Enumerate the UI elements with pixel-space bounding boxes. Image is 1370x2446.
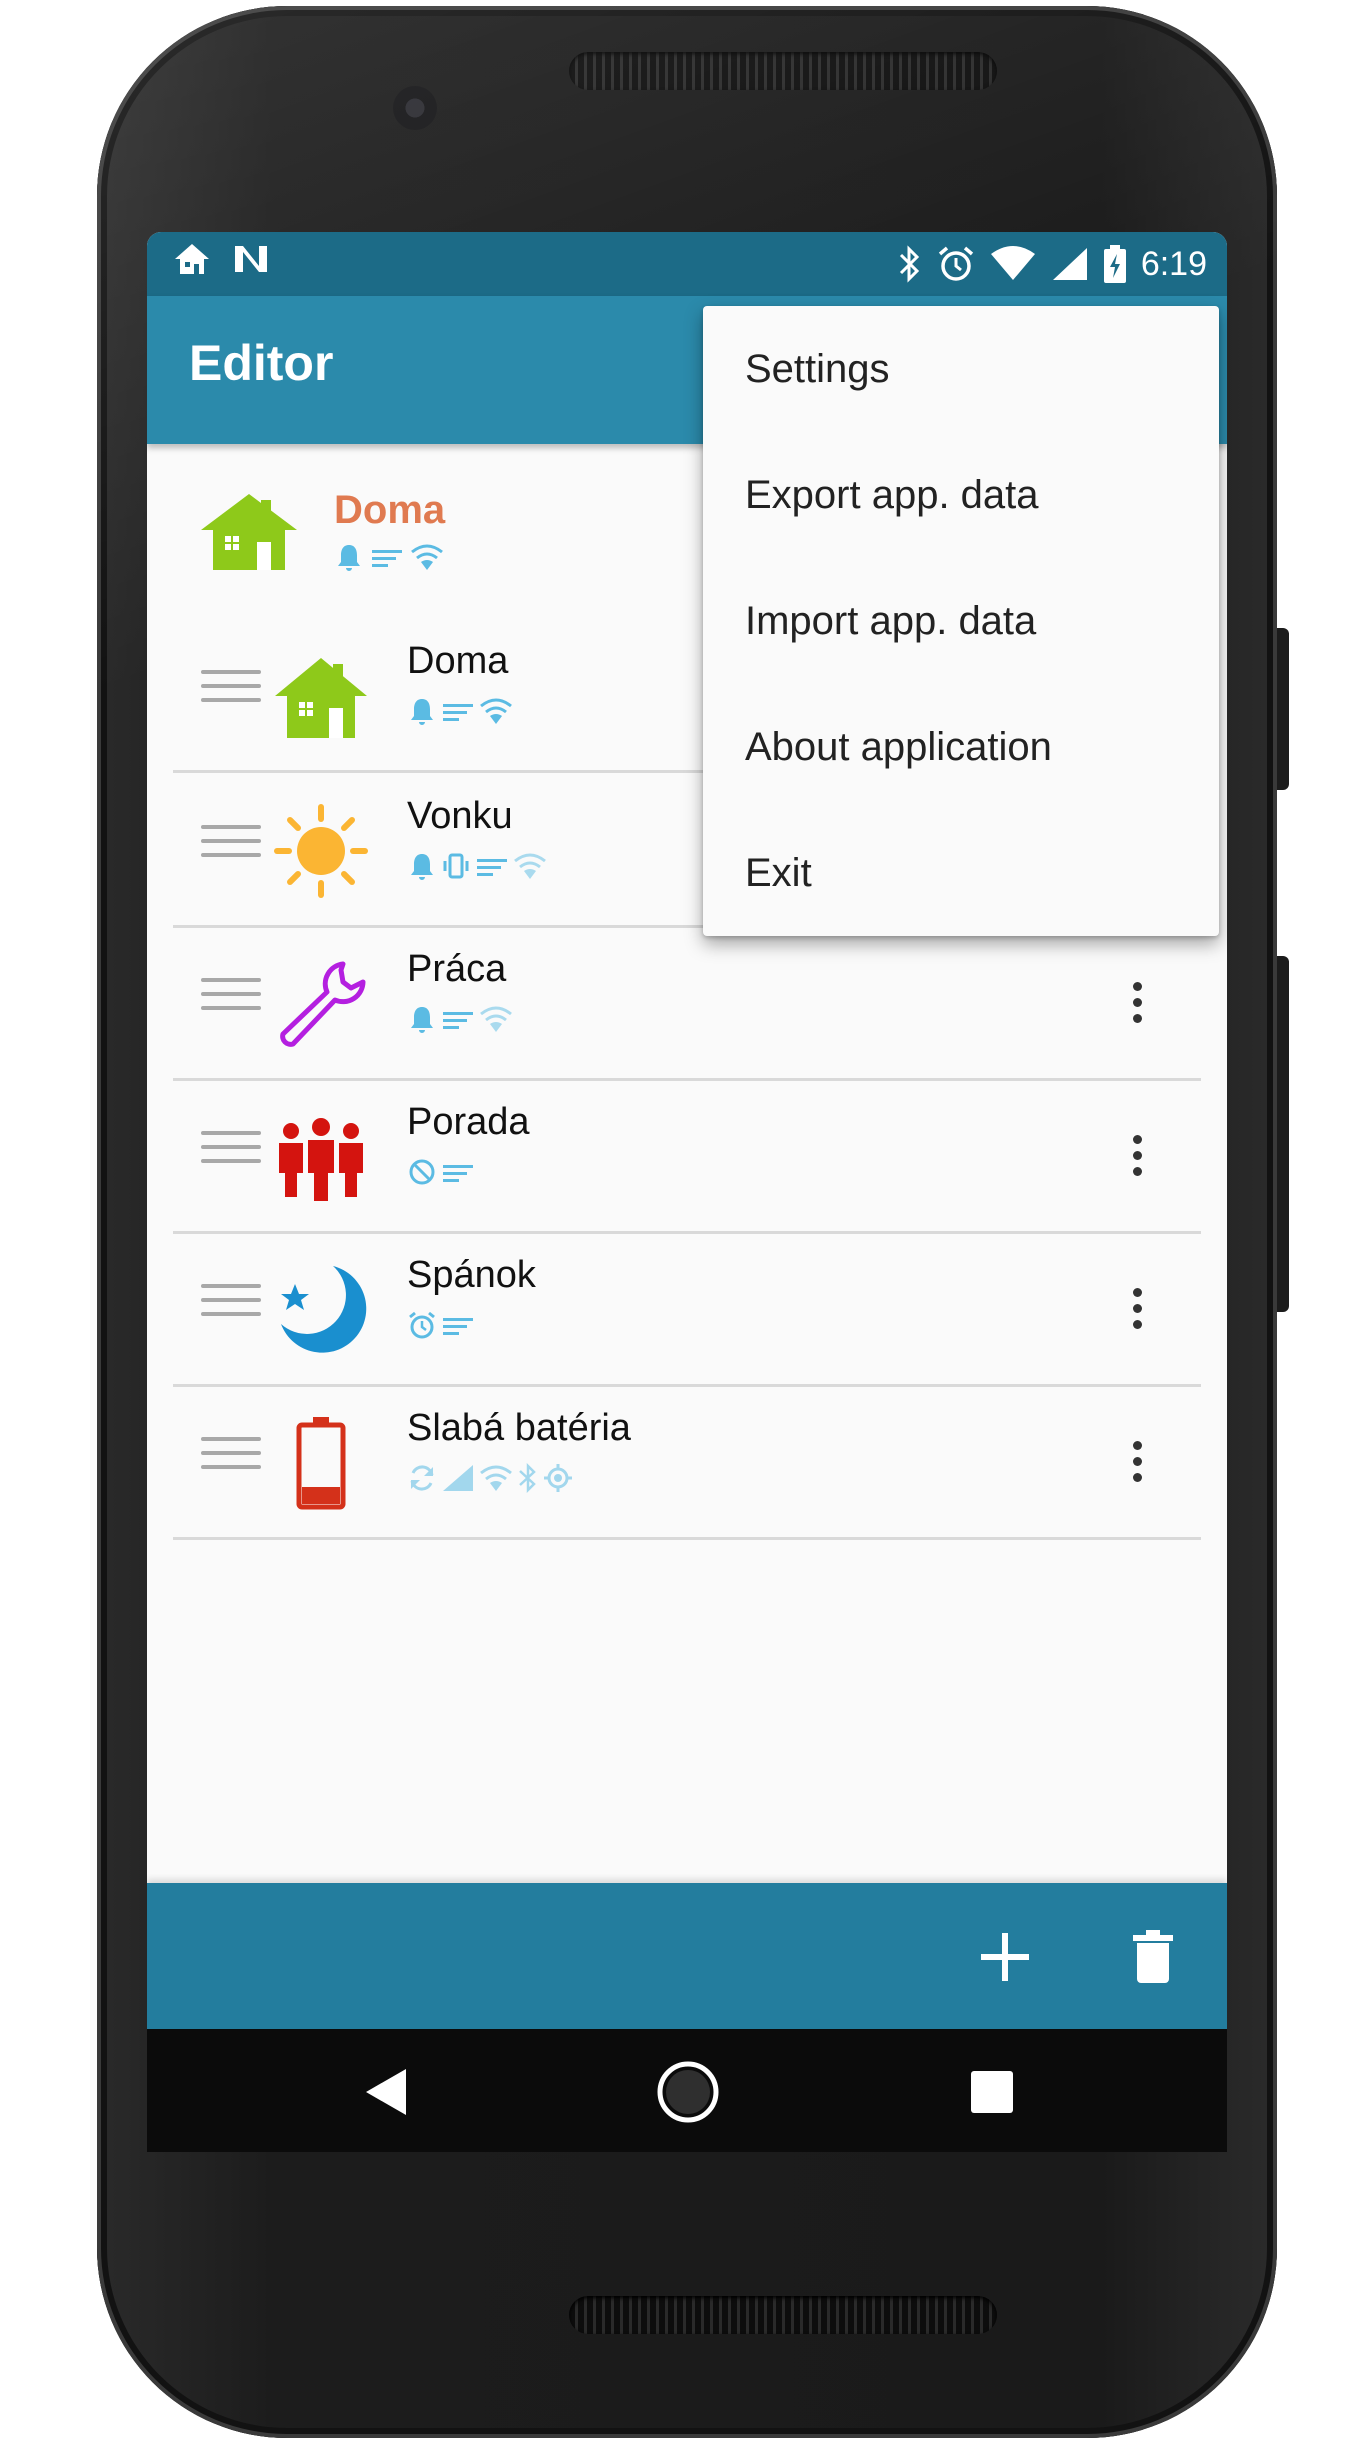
drag-handle-icon[interactable] bbox=[201, 1284, 261, 1324]
battery-low-icon bbox=[296, 1417, 346, 1510]
more-options-icon[interactable] bbox=[1107, 1431, 1167, 1491]
bell-icon bbox=[411, 1007, 433, 1033]
profile-row[interactable]: Spánok bbox=[173, 1232, 1201, 1387]
wrench-icon bbox=[280, 961, 366, 1047]
drag-handle-icon[interactable] bbox=[201, 825, 261, 865]
profile-indicators bbox=[407, 696, 513, 726]
signal-icon bbox=[1052, 248, 1087, 280]
profile-indicators bbox=[407, 1463, 573, 1493]
profile-name: Porada bbox=[407, 1101, 530, 1143]
profile-name: Spánok bbox=[407, 1254, 536, 1296]
profile-row[interactable]: Porada bbox=[173, 1079, 1201, 1234]
menu-item-import-data[interactable]: Import app. data bbox=[703, 558, 1219, 684]
profile-indicators bbox=[407, 1310, 475, 1340]
mute-icon bbox=[409, 1159, 435, 1185]
wifi-icon bbox=[990, 246, 1035, 280]
delete-icon[interactable] bbox=[1131, 1929, 1175, 1985]
wifi-icon bbox=[411, 544, 443, 570]
clock: 6:19 bbox=[1140, 245, 1207, 283]
status-bar: 6:19 bbox=[147, 232, 1227, 296]
bottom-action-bar bbox=[147, 1883, 1227, 2029]
bluetooth-icon bbox=[899, 245, 919, 283]
bell-icon bbox=[338, 545, 360, 571]
system-nav-bar bbox=[147, 2029, 1227, 2152]
wifi-icon bbox=[480, 1465, 512, 1491]
profile-indicators bbox=[407, 1004, 513, 1034]
sync-icon bbox=[410, 1465, 434, 1491]
moon-icon bbox=[281, 1266, 367, 1353]
notes-icon bbox=[443, 1165, 473, 1182]
page-title: Editor bbox=[189, 335, 334, 391]
more-options-icon[interactable] bbox=[1107, 1278, 1167, 1338]
profile-indicators bbox=[407, 1157, 475, 1187]
menu-item-settings[interactable]: Settings bbox=[703, 306, 1219, 432]
bell-icon bbox=[411, 699, 433, 725]
vibrate-icon bbox=[443, 853, 469, 879]
profile-name: Práca bbox=[407, 948, 507, 990]
overflow-menu: Settings Export app. data Import app. da… bbox=[703, 306, 1219, 936]
drag-handle-icon[interactable] bbox=[201, 670, 261, 710]
alarm-icon bbox=[938, 246, 973, 281]
notes-icon bbox=[443, 1318, 473, 1335]
menu-item-export-data[interactable]: Export app. data bbox=[703, 432, 1219, 558]
bell-icon bbox=[411, 854, 433, 880]
drag-handle-icon[interactable] bbox=[201, 978, 261, 1018]
notes-icon bbox=[477, 859, 507, 876]
menu-item-exit[interactable]: Exit bbox=[703, 810, 1219, 936]
house-icon bbox=[275, 658, 367, 738]
activated-profile-name: Doma bbox=[334, 488, 446, 532]
signal-icon bbox=[443, 1465, 473, 1491]
top-speaker bbox=[569, 52, 997, 90]
front-camera bbox=[393, 86, 437, 130]
n-icon bbox=[235, 246, 267, 272]
screen: 6:19 Editor Doma Doma Vonku Práca Porada… bbox=[147, 232, 1227, 2152]
drag-handle-icon[interactable] bbox=[201, 1437, 261, 1477]
more-options-icon[interactable] bbox=[1107, 1125, 1167, 1185]
alarm-icon bbox=[409, 1311, 435, 1339]
profile-name: Slabá batéria bbox=[407, 1407, 631, 1449]
menu-item-about[interactable]: About application bbox=[703, 684, 1219, 810]
profile-row[interactable]: Práca bbox=[173, 926, 1201, 1081]
more-options-icon[interactable] bbox=[1107, 972, 1167, 1032]
profile-name: Doma bbox=[407, 640, 509, 682]
sun-icon bbox=[274, 804, 368, 898]
house-icon bbox=[201, 494, 297, 570]
power-button bbox=[1277, 628, 1289, 790]
wifi-icon bbox=[480, 698, 512, 724]
drag-handle-icon[interactable] bbox=[201, 1131, 261, 1171]
home-icon[interactable] bbox=[655, 2059, 721, 2125]
bluetooth-icon bbox=[519, 1463, 536, 1493]
battery-charging-icon bbox=[1103, 245, 1126, 283]
profile-name: Vonku bbox=[407, 795, 513, 837]
recents-icon[interactable] bbox=[969, 2069, 1015, 2115]
people-icon bbox=[279, 1118, 363, 1201]
notes-icon bbox=[443, 704, 473, 721]
back-icon[interactable] bbox=[362, 2067, 410, 2117]
volume-button bbox=[1277, 956, 1289, 1312]
activated-profile-indicators bbox=[334, 542, 444, 572]
wifi-icon bbox=[514, 853, 546, 879]
profile-indicators bbox=[407, 851, 547, 881]
gps-icon bbox=[544, 1464, 572, 1492]
notes-icon bbox=[372, 550, 402, 567]
wifi-icon bbox=[480, 1006, 512, 1032]
add-icon[interactable] bbox=[977, 1929, 1033, 1985]
bottom-speaker bbox=[569, 2296, 997, 2334]
home-icon bbox=[175, 244, 209, 274]
profile-row[interactable]: Slabá batéria bbox=[173, 1385, 1201, 1540]
notes-icon bbox=[443, 1012, 473, 1029]
